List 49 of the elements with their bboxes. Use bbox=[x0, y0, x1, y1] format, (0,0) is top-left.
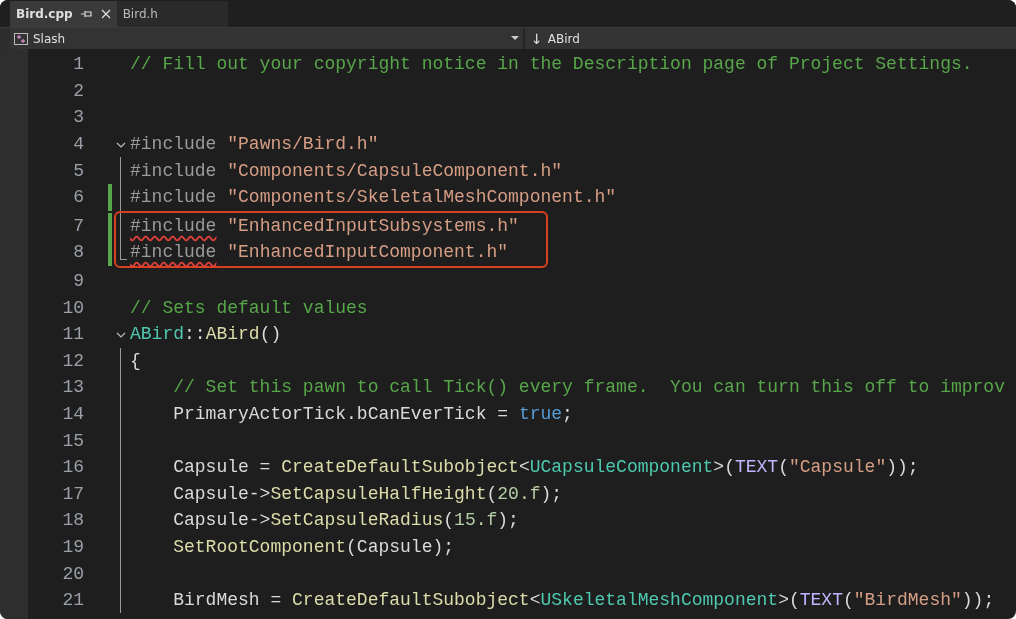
line-number: 13 bbox=[61, 377, 84, 398]
line-number: 12 bbox=[61, 350, 84, 371]
code-line: #include "Components/CapsuleComponent.h" bbox=[130, 160, 563, 181]
code-line: ABird::ABird() bbox=[130, 324, 282, 345]
file-tab[interactable]: Bird.cpp bbox=[10, 1, 117, 27]
line-number: 4 bbox=[72, 134, 84, 155]
code-line: Capsule = CreateDefaultSubobject<UCapsuleComponent>(TEXT("Capsule")); bbox=[172, 457, 919, 478]
line-number: 20 bbox=[61, 563, 84, 584]
line-number: 5 bbox=[72, 160, 84, 181]
code-line: #include "Components/SkeletalMeshComponent.h" bbox=[130, 187, 617, 208]
line-number: 2 bbox=[72, 80, 84, 101]
scope-dropdown[interactable]: ↓ ABird bbox=[525, 28, 1016, 49]
line-number: 1 bbox=[72, 54, 84, 75]
collapse-icon[interactable] bbox=[116, 140, 126, 149]
project-icon bbox=[14, 32, 28, 45]
line-number: 15 bbox=[61, 430, 84, 451]
line-number: 10 bbox=[61, 297, 84, 318]
line-number: 21 bbox=[61, 590, 84, 611]
line-number: 6 bbox=[72, 187, 84, 208]
code-line: Capsule->SetCapsuleHalfHeight(20.f); bbox=[172, 483, 563, 504]
close-icon[interactable] bbox=[100, 9, 111, 19]
code-line: Capsule->SetCapsuleRadius(15.f); bbox=[172, 510, 519, 531]
tab-label: Bird.cpp bbox=[16, 7, 73, 21]
line-number: 3 bbox=[72, 107, 84, 128]
code-line: { bbox=[130, 350, 141, 371]
code-line: // Fill out your copyright notice in the Description page of Project Settings. bbox=[130, 54, 973, 75]
code-line: // Set this pawn to call Tick() every frame. You can turn this off to improv bbox=[172, 377, 1005, 398]
caret-icon bbox=[511, 36, 519, 41]
line-number: 7 bbox=[72, 215, 84, 236]
project-dropdown[interactable]: Slash bbox=[10, 28, 525, 49]
code-line: PrimaryActorTick.bCanEverTick = true; bbox=[172, 404, 573, 424]
line-number: 11 bbox=[61, 324, 84, 345]
collapse-icon[interactable] bbox=[116, 330, 126, 339]
file-tab[interactable]: Bird.h bbox=[116, 1, 228, 27]
code-line: #include "EnhancedInputSubsystems.h" bbox=[130, 215, 519, 236]
code-line: #include "EnhancedInputComponent.h" bbox=[130, 242, 509, 263]
line-number: 14 bbox=[61, 404, 84, 424]
line-number: 19 bbox=[61, 537, 84, 557]
tab-label: Bird.h bbox=[122, 7, 158, 21]
pin-icon[interactable] bbox=[80, 9, 93, 19]
line-number: 9 bbox=[72, 271, 84, 292]
code-line: #include "Pawns/Bird.h" bbox=[130, 134, 379, 155]
line-number: 18 bbox=[61, 510, 84, 531]
line-number: 8 bbox=[72, 242, 84, 263]
code-line: // Sets default values bbox=[130, 297, 368, 318]
code-line: BirdMesh = CreateDefaultSubobject<USkeletalMeshComponent>(TEXT("BirdMesh")); bbox=[172, 590, 995, 611]
line-number: 17 bbox=[61, 483, 84, 504]
code-line: SetRootComponent(Capsule); bbox=[172, 537, 455, 557]
line-number: 16 bbox=[61, 457, 84, 478]
